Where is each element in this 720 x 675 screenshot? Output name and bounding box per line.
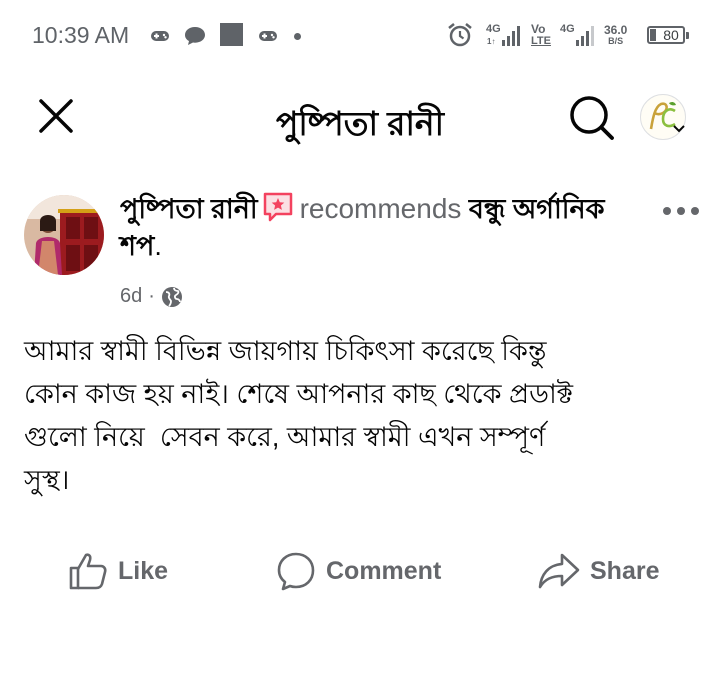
profile-menu-button[interactable]: [640, 94, 688, 142]
share-button[interactable]: Share: [538, 545, 659, 597]
volte-bottom: LTE: [531, 35, 551, 47]
search-button[interactable]: [568, 94, 616, 142]
search-icon: [570, 96, 614, 140]
share-arrow-icon: [538, 553, 580, 589]
alarm-icon: [448, 23, 472, 47]
post-body-line: কোন কাজ হয় নাই। শেষে আপনার কাছ থেকে প্র…: [24, 379, 574, 409]
network-type-2: 4G: [560, 23, 575, 35]
author-avatar[interactable]: [24, 195, 104, 275]
net-speed: 36.0 B/S: [604, 23, 628, 47]
network-activity-1: 1↑: [487, 37, 496, 46]
header-period: .: [154, 231, 162, 261]
net-speed-unit: B/S: [608, 36, 624, 46]
comment-icon: [277, 552, 315, 591]
battery-icon: 80: [647, 26, 689, 44]
post-body-line: গুলো নিয়ে সেবন করে, আমার স্বামী এখন সম্…: [24, 422, 546, 452]
chevron-down-icon: [673, 125, 685, 133]
post-actions: Like Comment Share: [0, 545, 720, 597]
signal-icon: [576, 24, 594, 46]
comment-button[interactable]: Comment: [276, 545, 441, 597]
battery-level: 80: [663, 27, 679, 43]
recommends-text: recommends: [299, 193, 462, 224]
signal-icon: [502, 24, 520, 46]
post-body-line: আমার স্বামী বিভিন্ন জায়গায় চিকিৎসা করে…: [24, 336, 547, 366]
like-label: Like: [118, 556, 169, 585]
volte-top: Vo: [531, 22, 546, 36]
game-controller-icon: [259, 31, 277, 41]
dot-icon: [294, 33, 301, 40]
comment-label: Comment: [326, 556, 442, 585]
top-bar: পুষ্পিতা রানী: [0, 72, 720, 162]
network-type-1: 4G: [486, 23, 501, 35]
gallery-square-icon: [220, 23, 243, 46]
status-bar: 10:39 AM 4G 1↑ Vo LTE 4G 36.0 B/S 80: [0, 0, 720, 72]
chat-bubble-icon: [185, 27, 205, 45]
game-controller-icon: [151, 31, 169, 41]
more-dots-icon: [663, 207, 699, 215]
post-header: পুষ্পিতা রানী recommends বন্ধু অর্গানিক …: [120, 190, 640, 265]
author-name[interactable]: পুষ্পিতা রানী: [120, 194, 258, 224]
like-button[interactable]: Like: [68, 545, 168, 597]
meta-separator: ·: [148, 285, 155, 307]
net-speed-value: 36.0: [604, 23, 628, 37]
globe-icon: [161, 286, 182, 307]
more-options-button[interactable]: [660, 198, 702, 224]
recommend-badge-icon: [263, 192, 292, 222]
post-body: আমার স্বামী বিভিন্ন জায়গায় চিকিৎসা করে…: [24, 330, 704, 502]
post-body-line: সুস্থ।: [24, 465, 70, 495]
status-time: 10:39 AM: [32, 22, 130, 48]
post-meta: 6d ·: [120, 285, 183, 308]
share-label: Share: [590, 556, 660, 585]
like-thumb-icon: [69, 553, 107, 590]
page-name-part1: বন্ধু: [468, 194, 506, 224]
post-timestamp[interactable]: 6d: [120, 285, 142, 308]
